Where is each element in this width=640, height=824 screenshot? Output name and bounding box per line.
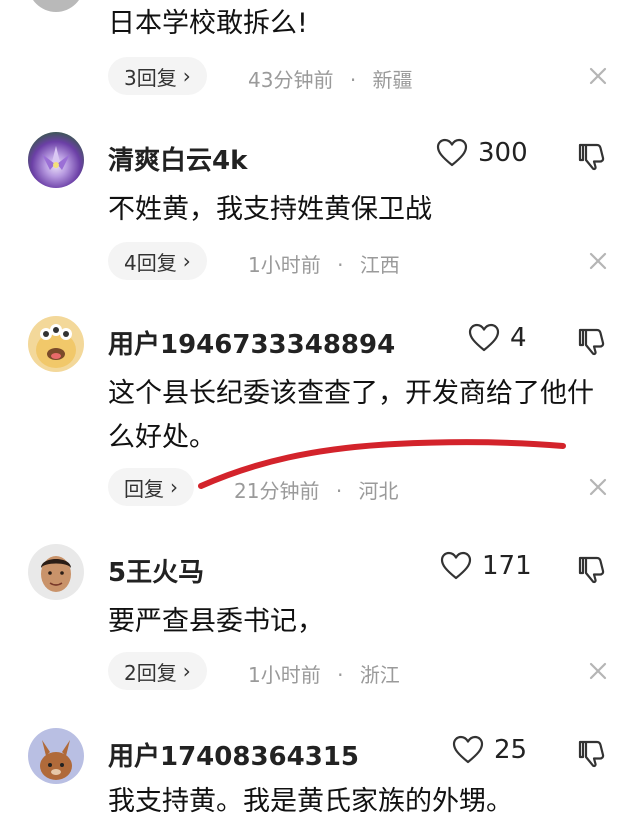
like-button[interactable]: 4 <box>468 323 527 353</box>
chevron-right-icon: › <box>182 659 191 683</box>
reply-button[interactable]: 2回复 › <box>108 652 207 690</box>
thumbs-down-icon[interactable] <box>577 325 609 357</box>
thumbs-down-icon[interactable] <box>577 140 609 172</box>
avatar[interactable] <box>28 316 84 372</box>
thumbs-down-icon[interactable] <box>577 737 609 769</box>
red-underline-annotation <box>198 439 566 489</box>
close-icon[interactable] <box>584 62 612 90</box>
comment-text: 日本学校敢拆么! <box>108 8 308 39</box>
comment-text: 要严查县委书记， <box>108 606 324 637</box>
chevron-right-icon: › <box>170 475 178 499</box>
avatar[interactable] <box>28 0 84 12</box>
username[interactable]: 用户1946733348894 <box>108 324 395 361</box>
username[interactable]: 用户17408364315 <box>108 736 359 773</box>
close-icon[interactable] <box>584 473 612 501</box>
like-count: 171 <box>482 551 532 581</box>
reply-label: 回复 <box>124 476 164 501</box>
location: 江西 <box>359 253 400 277</box>
heart-icon <box>468 323 500 353</box>
chevron-right-icon: › <box>182 249 191 273</box>
close-icon[interactable] <box>584 657 612 685</box>
reply-button[interactable]: 4回复 › <box>108 242 207 280</box>
location: 新疆 <box>372 68 413 92</box>
like-count: 4 <box>510 323 527 353</box>
username[interactable]: 清爽白云4k <box>108 140 247 177</box>
timestamp: 1小时前 <box>248 253 321 277</box>
heart-icon <box>436 138 468 168</box>
reply-label: 4回复 <box>124 250 177 275</box>
thumbs-down-icon[interactable] <box>577 553 609 585</box>
comment-text: 我支持黄。我是黄氏家族的外甥。 <box>108 786 513 817</box>
reply-label: 3回复 <box>124 65 177 90</box>
comment-meta: 43分钟前 · 新疆 <box>248 64 413 93</box>
timestamp: 1小时前 <box>248 663 321 687</box>
like-button[interactable]: 25 <box>452 735 527 765</box>
separator: · <box>337 253 344 277</box>
reply-button[interactable]: 回复 › <box>108 468 194 506</box>
reply-button[interactable]: 3回复 › <box>108 57 207 95</box>
close-icon[interactable] <box>584 247 612 275</box>
like-count: 25 <box>494 735 528 765</box>
comment-text: 不姓黄，我支持姓黄保卫战 <box>108 194 432 225</box>
avatar[interactable] <box>28 544 84 600</box>
chevron-right-icon: › <box>182 64 191 88</box>
heart-icon <box>452 735 484 765</box>
avatar[interactable] <box>28 132 84 188</box>
timestamp: 43分钟前 <box>248 68 334 92</box>
reply-label: 2回复 <box>124 660 177 685</box>
comment-meta: 1小时前 · 浙江 <box>248 659 400 688</box>
like-button[interactable]: 300 <box>436 138 528 168</box>
comment-meta: 1小时前 · 江西 <box>248 249 400 278</box>
location: 浙江 <box>359 663 400 687</box>
like-count: 300 <box>478 138 528 168</box>
avatar[interactable] <box>28 728 84 784</box>
separator: · <box>337 663 344 687</box>
like-button[interactable]: 171 <box>440 551 532 581</box>
separator: · <box>349 68 357 92</box>
heart-icon <box>440 551 472 581</box>
username[interactable]: 5王火马 <box>108 552 204 589</box>
